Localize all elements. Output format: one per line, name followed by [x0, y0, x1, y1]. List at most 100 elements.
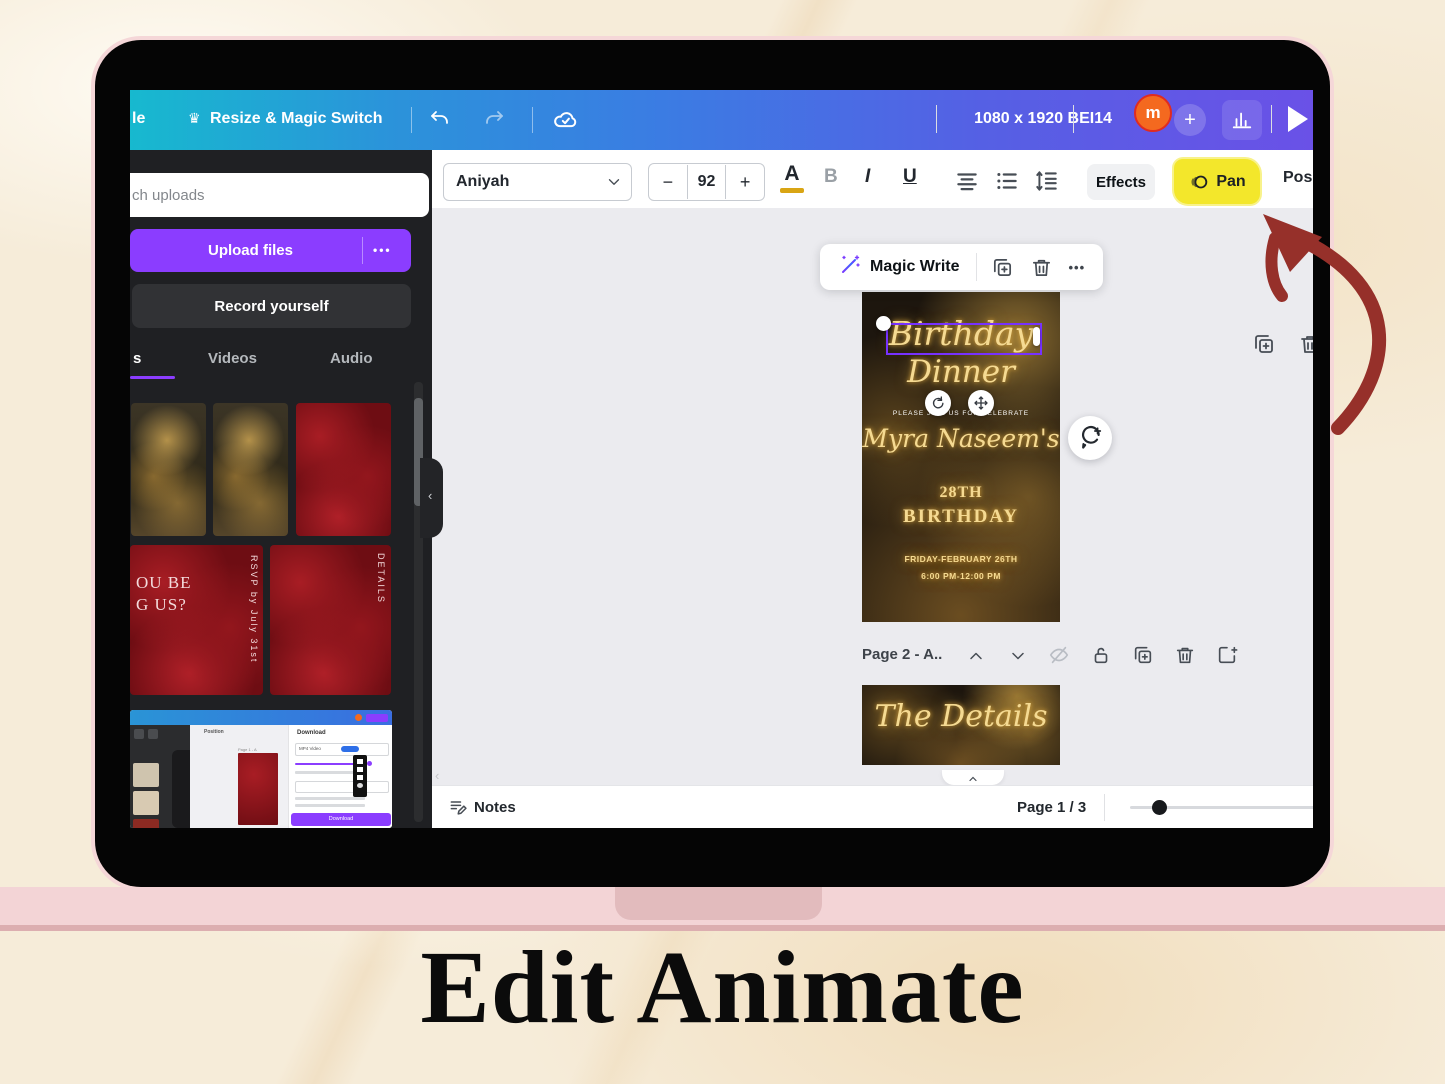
upload-thumbnail-gold-1[interactable] — [131, 403, 206, 536]
thumb-vertical-text: DETAILS — [376, 553, 386, 604]
font-size-increase[interactable]: + — [725, 165, 764, 199]
tab-audio[interactable]: Audio — [330, 350, 373, 367]
zoom-slider-handle[interactable] — [1152, 800, 1167, 815]
bottom-status-bar: Notes Page 1 / 3 16% — [432, 785, 1313, 828]
mini-page-label: Page 1 - A — [238, 747, 257, 752]
duplicate-icon[interactable] — [991, 256, 1014, 279]
page2-delete-icon[interactable] — [1174, 644, 1196, 666]
upload-more-button[interactable]: ••• — [373, 243, 392, 257]
upload-thumbnail-red-joining[interactable]: OU BE G US? RSVP by July 31st — [130, 545, 263, 695]
toolbar-divider — [1271, 105, 1272, 133]
redo-icon[interactable] — [482, 108, 506, 132]
active-tab-underline — [130, 376, 175, 379]
add-member-button[interactable]: + — [1174, 104, 1206, 136]
chevron-down-icon — [605, 173, 623, 191]
page-indicator: Page 1 / 3 — [1017, 799, 1086, 816]
page2-move-down-icon[interactable] — [1008, 646, 1028, 666]
editor-canvas[interactable]: Birthday Dinner PLEASE JOIN US FOR CELEB… — [432, 208, 1313, 785]
resize-magic-switch-button[interactable]: Resize & Magic Switch — [210, 110, 383, 128]
more-options-button[interactable]: ••• — [1069, 260, 1086, 275]
mini-avatar — [355, 714, 362, 721]
chevron-left-icon: ‹ — [428, 488, 432, 503]
upload-files-button[interactable]: Upload files ••• — [130, 229, 411, 272]
page2-lock-icon[interactable] — [1090, 644, 1112, 666]
underline-button[interactable]: U — [903, 166, 917, 188]
text-align-icon[interactable] — [954, 168, 980, 194]
avatar[interactable]: m — [1134, 94, 1172, 132]
effects-button[interactable]: Effects — [1087, 164, 1155, 200]
mini-share-button — [366, 714, 388, 722]
upload-thumbnail-red-details[interactable]: DETAILS — [270, 545, 391, 695]
sidebar-collapse-tab[interactable]: ‹ — [420, 458, 443, 538]
design-dimensions-label: 1080 x 1920 BEI14 — [952, 110, 1112, 128]
position-button[interactable]: Posi — [1283, 169, 1313, 187]
font-size-stepper: − 92 + — [648, 163, 765, 201]
page2-move-up-icon[interactable] — [966, 646, 986, 666]
font-size-decrease[interactable]: − — [649, 165, 688, 199]
thumb-text: OU BE — [136, 573, 192, 593]
caption-title: Edit Animate — [0, 928, 1445, 1047]
text-selection-box[interactable] — [886, 323, 1042, 355]
cloud-saved-icon — [552, 107, 579, 134]
delete-icon[interactable] — [1030, 256, 1053, 279]
tab-videos[interactable]: Videos — [208, 350, 257, 367]
design-time[interactable]: 6:00 PM-12:00 PM — [862, 571, 1060, 581]
undo-icon[interactable] — [428, 108, 452, 132]
rotate-handle[interactable] — [925, 390, 951, 416]
design-event[interactable]: BIRTHDAY — [862, 506, 1060, 528]
thumb-text: G US? — [136, 595, 187, 615]
selection-side-handle[interactable] — [1033, 327, 1040, 346]
font-size-value[interactable]: 92 — [688, 165, 726, 199]
magic-wand-icon — [838, 253, 862, 282]
upload-thumbnail-red-save-date[interactable] — [296, 403, 391, 536]
file-menu[interactable]: le — [132, 110, 145, 128]
design-date[interactable]: FRIDAY-FEBRUARY 26TH — [862, 554, 1060, 564]
mini-canvas: Position Page 1 - A — [190, 725, 288, 828]
topbar-divider — [411, 107, 412, 133]
pan-animate-button[interactable]: Pan — [1174, 159, 1260, 204]
magic-write-label[interactable]: Magic Write — [870, 258, 960, 276]
notes-icon — [448, 797, 468, 817]
page1-delete-icon[interactable] — [1298, 332, 1313, 356]
design-subtitle[interactable]: PLEASE JOIN US FOR CELEBRATE — [862, 410, 1060, 417]
page2-hide-icon[interactable] — [1048, 644, 1070, 666]
text-color-button[interactable]: A — [780, 162, 804, 193]
animate-circles-icon — [1188, 171, 1210, 193]
upload-thumbnail-video-tutorial[interactable]: Position Page 1 - A Download MP4 Video D… — [130, 710, 392, 828]
canva-app-window: le ♛ Resize & Magic Switch 1080 x 1920 B… — [130, 90, 1313, 828]
line-spacing-icon[interactable] — [1034, 168, 1060, 194]
notes-button[interactable]: Notes — [474, 799, 516, 816]
italic-button[interactable]: I — [865, 166, 870, 188]
bold-button[interactable]: B — [824, 166, 838, 188]
uploads-panel: Upload files ••• Record yourself s Video… — [130, 150, 432, 828]
move-handle[interactable] — [968, 390, 994, 416]
mini-red-design — [238, 753, 278, 825]
selection-corner-handle[interactable] — [876, 316, 891, 331]
page2-label[interactable]: Page 2 - A.. — [862, 646, 942, 663]
insights-chart-icon[interactable] — [1222, 100, 1262, 140]
design-page-1[interactable]: Birthday Dinner PLEASE JOIN US FOR CELEB… — [862, 292, 1060, 622]
add-comment-button[interactable] — [1068, 416, 1112, 460]
bullet-list-icon[interactable] — [994, 168, 1020, 194]
font-name: Aniyah — [444, 173, 509, 191]
pro-crown-icon: ♛ — [188, 110, 201, 127]
font-family-dropdown[interactable]: Aniyah — [443, 163, 632, 201]
upload-thumbnail-gold-2[interactable] — [213, 403, 288, 536]
design-page-2[interactable]: The Details — [862, 685, 1060, 765]
page1-duplicate-icon[interactable] — [1252, 332, 1276, 356]
laptop-base-notch — [615, 887, 822, 920]
design2-title[interactable]: The Details — [862, 699, 1060, 734]
record-yourself-button[interactable]: Record yourself — [132, 284, 411, 328]
popup-divider — [976, 253, 977, 281]
tab-images[interactable]: s — [133, 350, 141, 367]
timeline-collapse-tab[interactable] — [942, 770, 1004, 785]
mini-download-button: Download — [291, 813, 391, 826]
page2-add-page-icon[interactable] — [1216, 644, 1238, 666]
present-play-button[interactable] — [1288, 106, 1308, 132]
design-title-line2[interactable]: Dinner — [862, 354, 1060, 390]
page2-duplicate-icon[interactable] — [1132, 644, 1154, 666]
design-name[interactable]: Myra Naseem's — [862, 424, 1060, 453]
search-uploads-input[interactable] — [130, 173, 429, 217]
mini-download-panel: Download MP4 Video Download — [288, 725, 392, 828]
design-age[interactable]: 28TH — [862, 484, 1060, 502]
